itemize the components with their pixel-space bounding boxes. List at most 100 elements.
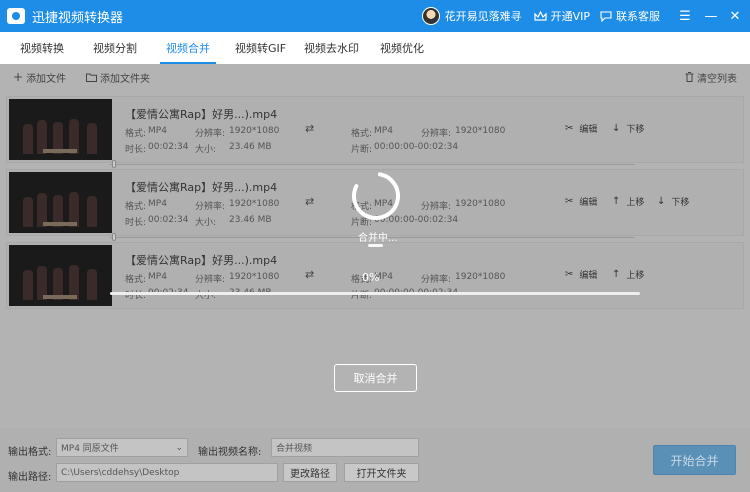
app-logo-icon bbox=[7, 8, 25, 24]
duration-label: 时长: bbox=[125, 145, 147, 155]
arrow-down-icon: ↓ bbox=[612, 123, 621, 134]
file-name: 【爱情公寓Rap】好男...).mp4 bbox=[125, 108, 278, 121]
shuffle-icon: ⇄ bbox=[305, 122, 315, 135]
chevron-down-icon: ⌄ bbox=[175, 442, 183, 453]
move-up-button[interactable]: ↑ 上移 bbox=[612, 195, 644, 208]
tab-video-merge[interactable]: 视频合并 bbox=[160, 32, 216, 64]
tab-video-to-gif[interactable]: 视频转GIF bbox=[235, 32, 286, 64]
menu-icon[interactable]: ☰ bbox=[674, 5, 696, 27]
add-folder-button[interactable]: 添加文件夹 bbox=[86, 69, 150, 85]
bottom-bar: 输出格式: MP4 同原文件 ⌄ 输出视频名称: 合并视频 输出路径: C:\U… bbox=[0, 428, 750, 492]
tab-video-optimize[interactable]: 视频优化 bbox=[380, 32, 424, 64]
move-down-button[interactable]: ↓ 下移 bbox=[612, 122, 644, 135]
output-resolution-label: 分辨率: bbox=[421, 202, 452, 212]
trash-icon bbox=[685, 72, 694, 82]
size-value: 23.46 MB bbox=[229, 215, 272, 225]
output-resolution-label: 分辨率: bbox=[421, 129, 452, 139]
timeline-handle[interactable] bbox=[112, 233, 116, 241]
output-resolution-value: 1920*1080 bbox=[455, 199, 506, 209]
add-file-button[interactable]: + 添加文件 bbox=[13, 69, 66, 85]
size-value: 23.46 MB bbox=[229, 142, 272, 152]
resolution-label: 分辨率: bbox=[195, 129, 226, 139]
open-folder-button[interactable]: 打开文件夹 bbox=[344, 463, 419, 482]
video-thumbnail bbox=[9, 99, 112, 160]
support-button[interactable]: 联系客服 bbox=[600, 8, 660, 24]
close-icon[interactable]: ✕ bbox=[724, 5, 746, 27]
move-down-label: 下移 bbox=[671, 198, 690, 208]
duration-value: 00:02:34 bbox=[148, 215, 189, 225]
scissors-icon: ✂ bbox=[565, 269, 574, 280]
change-path-button[interactable]: 更改路径 bbox=[283, 463, 337, 482]
segment-label: 片断: bbox=[351, 145, 373, 155]
edit-label: 编辑 bbox=[579, 271, 598, 281]
duration-label: 时长: bbox=[125, 218, 147, 228]
file-name: 【爱情公寓Rap】好男...).mp4 bbox=[125, 254, 278, 267]
segment-value: 00:00:00-00:02:34 bbox=[374, 142, 459, 152]
timeline-handle[interactable] bbox=[112, 160, 116, 168]
shuffle-icon: ⇄ bbox=[305, 195, 315, 208]
scissors-icon: ✂ bbox=[565, 123, 574, 134]
output-format-label: 格式: bbox=[351, 129, 373, 139]
format-value: MP4 bbox=[148, 272, 167, 282]
output-path-field[interactable]: C:\Users\cddehsy\Desktop bbox=[56, 463, 278, 482]
clear-list-label: 清空列表 bbox=[697, 73, 737, 85]
merge-status-text: 合并中... bbox=[358, 233, 398, 244]
move-down-button[interactable]: ↓ 下移 bbox=[657, 195, 689, 208]
progress-indicator bbox=[368, 244, 383, 247]
output-resolution-label: 分辨率: bbox=[421, 275, 452, 285]
edit-button[interactable]: ✂ 编辑 bbox=[565, 268, 597, 281]
output-name-label: 输出视频名称: bbox=[198, 447, 262, 458]
size-label: 大小: bbox=[195, 218, 217, 228]
username[interactable]: 花开易见落难寻 bbox=[445, 8, 522, 24]
tab-video-split[interactable]: 视频分割 bbox=[93, 32, 137, 64]
move-up-button[interactable]: ↑ 上移 bbox=[612, 268, 644, 281]
avatar[interactable] bbox=[421, 7, 440, 25]
support-label: 联系客服 bbox=[616, 10, 660, 23]
output-resolution-value: 1920*1080 bbox=[455, 272, 506, 282]
chat-bubble-icon bbox=[600, 10, 612, 22]
resolution-label: 分辨率: bbox=[195, 275, 226, 285]
output-format-value: MP4 同原文件 bbox=[61, 444, 119, 454]
add-folder-label: 添加文件夹 bbox=[100, 73, 150, 85]
resolution-value: 1920*1080 bbox=[229, 272, 280, 282]
minimize-icon[interactable]: — bbox=[700, 5, 722, 27]
move-up-label: 上移 bbox=[626, 271, 645, 281]
format-value: MP4 bbox=[148, 126, 167, 136]
scissors-icon: ✂ bbox=[565, 196, 574, 207]
file-name: 【爱情公寓Rap】好男...).mp4 bbox=[125, 181, 278, 194]
arrow-down-icon: ↓ bbox=[657, 196, 666, 207]
format-label: 格式: bbox=[125, 202, 147, 212]
cancel-merge-button[interactable]: 取消合并 bbox=[334, 364, 417, 392]
tab-remove-watermark[interactable]: 视频去水印 bbox=[304, 32, 359, 64]
vip-label: 开通VIP bbox=[550, 10, 590, 23]
file-row[interactable]: 【爱情公寓Rap】好男...).mp4 格式: MP4 分辨率: 1920*10… bbox=[6, 96, 744, 163]
progress-percent: 0% bbox=[362, 271, 380, 284]
output-format-value: MP4 bbox=[374, 126, 393, 136]
title-bar-right: 花开易见落难寻 开通VIP 联系客服 ☰ — ✕ bbox=[421, 0, 750, 32]
app-title: 迅捷视频转换器 bbox=[32, 10, 124, 26]
video-thumbnail bbox=[9, 245, 112, 306]
format-label: 格式: bbox=[125, 275, 147, 285]
output-name-input[interactable]: 合并视频 bbox=[271, 438, 419, 457]
output-format-select[interactable]: MP4 同原文件 ⌄ bbox=[56, 438, 188, 457]
shuffle-icon: ⇄ bbox=[305, 268, 315, 281]
resolution-value: 1920*1080 bbox=[229, 199, 280, 209]
move-up-label: 上移 bbox=[626, 198, 645, 208]
resolution-value: 1920*1080 bbox=[229, 126, 280, 136]
timeline bbox=[110, 164, 635, 165]
tab-video-convert[interactable]: 视频转换 bbox=[20, 32, 64, 64]
arrow-up-icon: ↑ bbox=[612, 196, 621, 207]
vip-button[interactable]: 开通VIP bbox=[533, 8, 590, 24]
edit-label: 编辑 bbox=[579, 125, 598, 135]
edit-button[interactable]: ✂ 编辑 bbox=[565, 122, 597, 135]
edit-label: 编辑 bbox=[579, 198, 598, 208]
progress-bar bbox=[110, 292, 640, 295]
video-thumbnail bbox=[9, 172, 112, 233]
start-merge-button[interactable]: 开始合并 bbox=[653, 445, 736, 475]
output-path-label: 输出路径: bbox=[8, 472, 52, 483]
plus-icon: + bbox=[13, 70, 24, 84]
clear-list-button[interactable]: 清空列表 bbox=[685, 69, 737, 85]
tab-bar: 视频转换 视频分割 视频合并 视频转GIF 视频去水印 视频优化 bbox=[0, 32, 750, 64]
edit-button[interactable]: ✂ 编辑 bbox=[565, 195, 597, 208]
output-resolution-value: 1920*1080 bbox=[455, 126, 506, 136]
